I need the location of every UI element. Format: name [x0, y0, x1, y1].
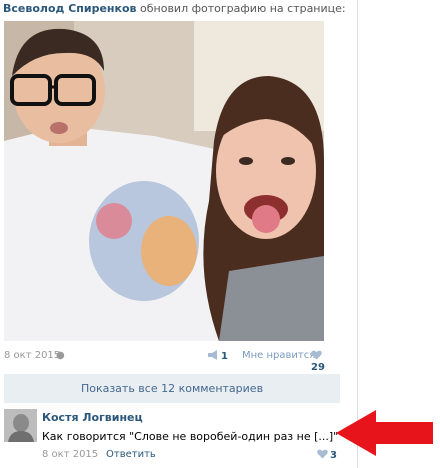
comment-item: Костя Логвинец Как говорится "Слове не в… — [4, 408, 344, 464]
comment-like-button[interactable]: 3 — [317, 449, 337, 461]
post-author-link[interactable]: Всеволод Спиренков — [3, 2, 137, 15]
post-action-text: обновил фотографию на странице: — [140, 2, 346, 15]
share-button[interactable]: 1 — [207, 350, 228, 362]
avatar-image — [4, 409, 37, 442]
share-count: 1 — [221, 351, 228, 362]
heart-icon — [311, 350, 322, 360]
reply-button[interactable]: Ответить — [106, 449, 156, 460]
photo-illustration — [4, 21, 324, 341]
comment-author-link[interactable]: Костя Логвинец — [42, 411, 143, 424]
column-divider — [357, 0, 358, 468]
post-date[interactable]: 8 окт 2015 — [4, 350, 60, 361]
like-button[interactable]: 29 — [311, 350, 336, 373]
like-label[interactable]: Мне нравится — [242, 350, 315, 361]
post-meta-row: 8 окт 2015 ● 1 Мне нравится 29 — [4, 350, 336, 373]
megaphone-icon — [208, 350, 217, 360]
red-arrow-annotation — [336, 410, 433, 456]
apple-icon: ● — [56, 350, 65, 361]
like-count: 29 — [311, 362, 325, 373]
heart-icon — [317, 449, 328, 459]
comment-date[interactable]: 8 окт 2015 — [42, 449, 98, 460]
comment-text: Как говорится "Слове не воробей-один раз… — [42, 430, 339, 443]
post-photo[interactable] — [4, 21, 324, 341]
avatar[interactable] — [4, 409, 37, 442]
post-header: Всеволод Спиренков обновил фотографию на… — [3, 2, 346, 15]
show-all-comments-button[interactable]: Показать все 12 комментариев — [4, 374, 340, 403]
